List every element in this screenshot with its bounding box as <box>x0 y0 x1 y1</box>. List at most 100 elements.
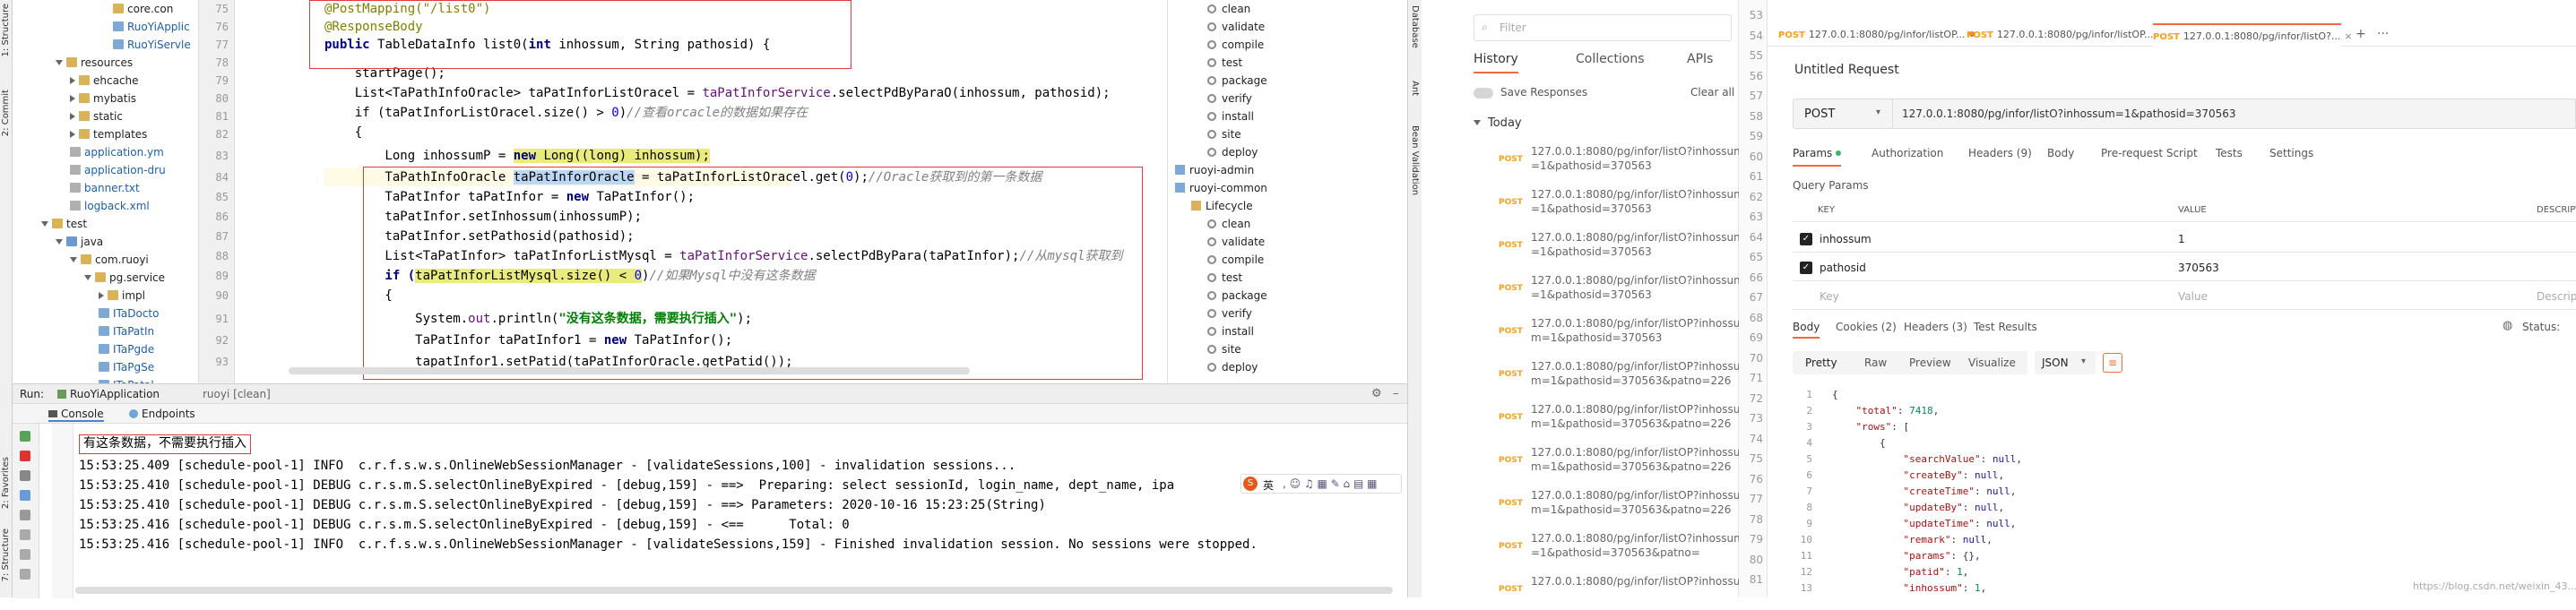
view-pretty[interactable]: Pretty <box>1805 357 1837 369</box>
close-icon[interactable]: × <box>2344 30 2352 42</box>
tab-headers[interactable]: Headers (9) <box>1968 147 2032 159</box>
maven-item[interactable]: verify <box>1207 90 1252 107</box>
chevron-right-icon[interactable] <box>70 77 75 84</box>
history-item[interactable]: POST 127.0.0.1:8080/pg/infor/listO?inhoss… <box>1466 139 1744 180</box>
maven-item[interactable]: Lifecycle <box>1191 197 1253 215</box>
maven-item[interactable]: site <box>1207 340 1241 358</box>
tree-item[interactable]: ITaPgde <box>99 340 154 358</box>
tree-item[interactable]: pg.service <box>84 269 165 287</box>
history-item[interactable]: POST 127.0.0.1:8080/pg/infor/listO?inhoss… <box>1466 182 1744 223</box>
tree-item[interactable]: application.ym <box>70 143 164 161</box>
history-item[interactable]: POST 127.0.0.1:8080/pg/infor/listOP?inhos… <box>1466 397 1740 438</box>
tab-prerequest[interactable]: Pre-request Script <box>2101 147 2198 159</box>
history-item[interactable]: POST 127.0.0.1:8080/pg/infor/listO?inhoss… <box>1466 225 1744 266</box>
tree-item[interactable]: ITaPgSe <box>99 358 154 376</box>
format-select[interactable]: JSON ▾ <box>2035 351 2096 374</box>
param-checkbox[interactable]: ✓ <box>1800 262 1812 274</box>
tree-item[interactable]: ITaPatal <box>99 376 154 383</box>
ime-language[interactable]: 英 <box>1263 477 1274 493</box>
favorites-tab[interactable]: 2: Favorites <box>1 457 11 509</box>
layout-icon[interactable] <box>20 510 30 520</box>
url-input[interactable]: 127.0.0.1:8080/pg/infor/listO?inhossum=1… <box>1893 99 2576 129</box>
maven-item[interactable]: compile <box>1207 36 1264 54</box>
history-item[interactable]: POST 127.0.0.1:8080/pg/infor/listOP?inhos… <box>1466 354 1740 395</box>
history-item[interactable]: POST 127.0.0.1:8080/pg/infor/listOP?inhos… <box>1466 569 1740 610</box>
maven-item[interactable]: ruoyi-common <box>1175 179 1267 197</box>
structure-tab[interactable]: 1: Structure <box>1 4 11 56</box>
tree-item[interactable]: ITaDocto <box>99 305 159 322</box>
tree-item[interactable]: test <box>41 215 87 233</box>
maven-item[interactable]: test <box>1207 269 1242 287</box>
maven-item[interactable]: validate <box>1207 233 1265 251</box>
history-item[interactable]: POST 127.0.0.1:8080/pg/infor/listOP?inhos… <box>1466 311 1740 352</box>
request-tab-3[interactable]: POST 127.0.0.1:8080/pg/infor/listO?... × <box>2153 23 2353 47</box>
tab-history[interactable]: History <box>1474 52 1518 73</box>
rerun-icon[interactable] <box>20 431 30 442</box>
maven-item[interactable]: deploy <box>1207 143 1258 161</box>
request-title[interactable]: Untitled Request <box>1794 63 1899 77</box>
maven-item[interactable]: deploy <box>1207 358 1258 376</box>
tree-item[interactable]: mybatis <box>70 90 136 107</box>
run-app-tab[interactable]: RuoYiApplication <box>57 388 160 400</box>
tab-params[interactable]: Params <box>1793 147 1842 167</box>
wrap-lines-icon[interactable]: ≡ <box>2103 353 2122 373</box>
bean-validation-tab[interactable]: Bean Validation <box>1410 125 1420 195</box>
tab-apis[interactable]: APIs <box>1687 52 1713 66</box>
param-row[interactable]: ✓ inhossum 1 <box>1793 226 2576 253</box>
view-raw[interactable]: Raw <box>1864 357 1887 369</box>
maven-item[interactable]: install <box>1207 107 1254 125</box>
more-icon[interactable]: ··· <box>2377 27 2389 41</box>
tree-item[interactable]: java <box>56 233 103 251</box>
chevron-right-icon[interactable] <box>99 292 104 299</box>
database-tab[interactable]: Database <box>1410 5 1420 48</box>
run-clean-tab[interactable]: ruoyi [clean] <box>203 388 271 400</box>
tab-settings[interactable]: Settings <box>2269 147 2313 159</box>
console-hscrollbar[interactable] <box>75 587 1393 594</box>
history-item[interactable]: POST 127.0.0.1:8080/pg/infor/listO?inhoss… <box>1466 268 1744 309</box>
maven-item[interactable]: compile <box>1207 251 1264 269</box>
tree-item[interactable]: RuoYiApplic <box>113 18 190 36</box>
filter-input[interactable]: Filter <box>1500 21 1526 34</box>
minimize-icon[interactable]: – <box>1393 387 1399 400</box>
param-row[interactable]: ✓ pathosid 370563 <box>1793 254 2576 281</box>
tree-item[interactable]: logback.xml <box>70 197 150 215</box>
param-row-empty[interactable]: Key Value Description <box>1793 283 2576 310</box>
tree-item[interactable]: static <box>70 107 123 125</box>
maven-item[interactable]: clean <box>1207 0 1250 18</box>
tree-item[interactable]: templates <box>70 125 147 143</box>
console-tab[interactable]: Console <box>48 408 104 422</box>
ant-tab[interactable]: Ant <box>1410 81 1420 96</box>
history-item[interactable]: POST 127.0.0.1:8080/pg/infor/listOP?inhos… <box>1466 483 1740 524</box>
maven-item[interactable]: test <box>1207 54 1242 72</box>
chevron-right-icon[interactable] <box>70 131 75 138</box>
history-item[interactable]: POST 127.0.0.1:8080/pg/infor/listO?inhoss… <box>1466 526 1744 567</box>
tree-item[interactable]: com.ruoyi <box>70 251 149 269</box>
new-tab-icon[interactable]: + <box>2356 27 2366 41</box>
chevron-down-icon[interactable] <box>41 221 48 227</box>
tree-item[interactable]: resources <box>56 54 133 72</box>
method-select[interactable]: POST ▾ <box>1793 99 1893 129</box>
filter-box[interactable]: ⌕ Filter <box>1474 14 1732 41</box>
tab-authorization[interactable]: Authorization <box>1871 147 1943 159</box>
save-responses-toggle[interactable] <box>1474 88 1493 99</box>
tab-collections[interactable]: Collections <box>1576 52 1645 66</box>
camera-icon[interactable] <box>20 470 30 481</box>
resp-tab-headers[interactable]: Headers (3) <box>1904 321 1967 333</box>
maven-item[interactable]: verify <box>1207 305 1252 322</box>
tab-body[interactable]: Body <box>2047 147 2074 159</box>
resp-tab-cookies[interactable]: Cookies (2) <box>1836 321 1897 333</box>
chevron-down-icon[interactable] <box>56 60 63 65</box>
structure-bottom-tab[interactable]: 7: Structure <box>1 528 11 581</box>
commit-tab[interactable]: 2: Commit <box>1 90 11 136</box>
endpoints-tab[interactable]: Endpoints <box>129 408 195 420</box>
chevron-down-icon[interactable] <box>56 239 63 245</box>
tree-item[interactable]: banner.txt <box>70 179 140 197</box>
maven-item[interactable]: validate <box>1207 18 1265 36</box>
param-checkbox[interactable]: ✓ <box>1800 233 1812 245</box>
response-body[interactable]: 1 {2 "total": 7418, 3 "rows": [4 {5 "searc… <box>1768 387 2576 597</box>
maven-item[interactable]: site <box>1207 125 1241 143</box>
request-tab-1[interactable]: POST 127.0.0.1:8080/pg/infor/listOP... <box>1778 23 1975 47</box>
stop-icon[interactable] <box>20 451 30 461</box>
editor-hscrollbar[interactable] <box>289 367 970 374</box>
tree-item[interactable]: ITaPatIn <box>99 322 154 340</box>
